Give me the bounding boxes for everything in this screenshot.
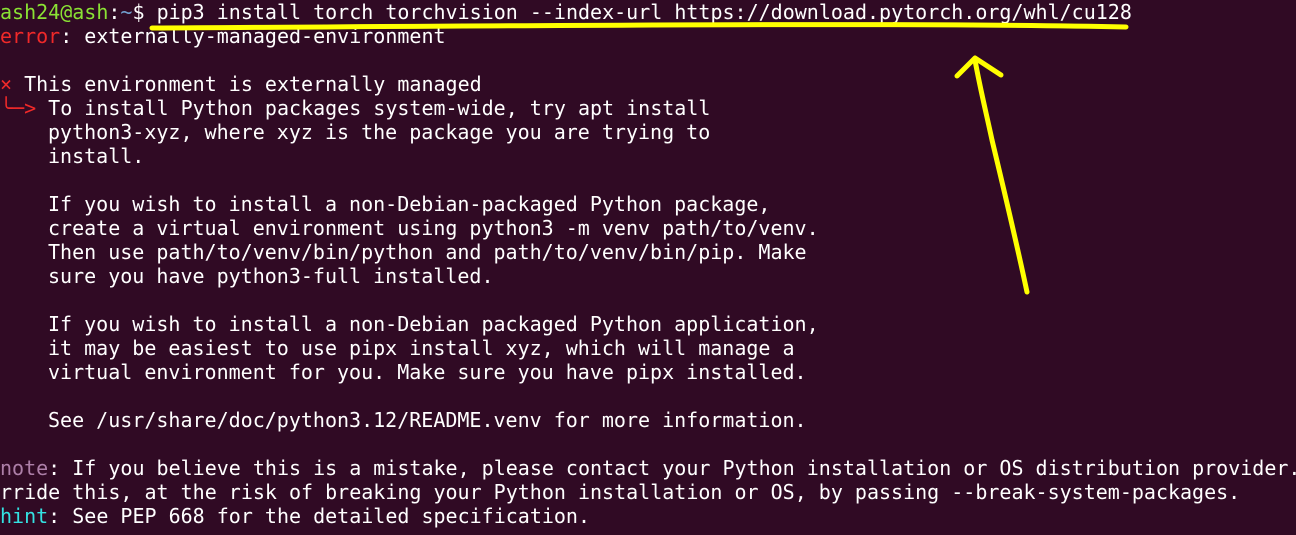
hint-tag: hint [0,504,49,528]
error-line: error: externally-managed-environment [0,24,1296,48]
error-tag: error [0,24,61,48]
hint-line: hint: See PEP 668 for the detailed speci… [0,504,1296,528]
note-message: : If you believe this is a mistake, plea… [48,456,1296,480]
note-continuation-line: rride this, at the risk of breaking your… [0,480,1241,504]
body-line: See /usr/share/doc/python3.12/README.ven… [48,408,807,432]
body-line: Then use path/to/venv/bin/python and pat… [48,240,807,264]
prompt-colon: : [108,0,121,24]
prompt-line: ash24@ash:~$ pip3 install torch torchvis… [0,0,1296,24]
body-line: If you wish to install a non-Debian-pack… [48,192,771,216]
terminal-window[interactable]: ash24@ash:~$ pip3 install torch torchvis… [0,0,1296,535]
body-line: python3-xyz, where xyz is the package yo… [48,120,711,144]
hint-message: : See PEP 668 for the detailed specifica… [48,504,591,528]
error-message: : externally-managed-environment [60,24,446,48]
body-line [0,168,1296,192]
managed-text: This environment is externally managed [12,72,482,96]
note-line: note: If you believe this is a mistake, … [0,456,1296,480]
body-line: it may be easiest to use pipx install xy… [48,336,795,360]
prompt-user-host: ash24@ash [0,0,109,24]
cross-icon: × [0,72,13,96]
prompt-symbol: $ [132,0,157,24]
body-line: virtual environment for you. Make sure y… [48,360,807,384]
body-line [0,288,1296,312]
body-text: To install Python packages system-wide, … [36,96,711,120]
body-line: create a virtual environment using pytho… [48,216,819,240]
command-text: pip3 install torch torchvision --index-u… [156,0,1132,24]
arrow-icon: ╰─> [0,96,37,120]
terminal-output: ash24@ash:~$ pip3 install torch torchvis… [0,0,1296,528]
body-line: sure you have python3-full installed. [48,264,494,288]
prompt-cwd: ~ [120,0,133,24]
managed-line: × This environment is externally managed [0,72,1296,96]
body-line: ╰─> To install Python packages system-wi… [0,96,1296,120]
note-tag: note [0,456,49,480]
body-line: If you wish to install a non-Debian pack… [48,312,819,336]
body-line: install. [48,144,145,168]
body-line [0,384,1296,408]
